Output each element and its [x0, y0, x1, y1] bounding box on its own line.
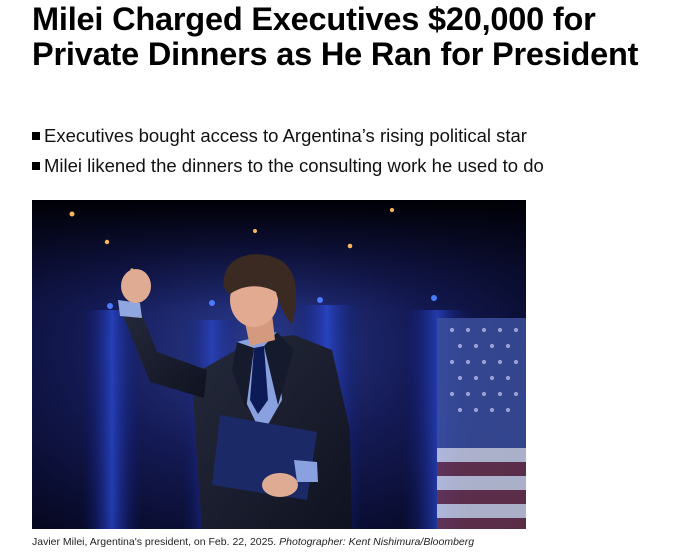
summary-bullet-text: Executives bought access to Argentina’s …: [44, 125, 527, 146]
bullet-square-icon: [32, 162, 40, 170]
photo-caption: Javier Milei, Argentina's president, on …: [32, 536, 474, 548]
caption-text: Javier Milei, Argentina's president, on …: [32, 536, 277, 548]
photo-image: [32, 200, 526, 529]
summary-bullet-text: Milei likened the dinners to the consult…: [44, 155, 544, 176]
photo-credit: Photographer: Kent Nishimura/Bloomberg: [279, 536, 475, 548]
summary-bullet: Executives bought access to Argentina’s …: [32, 121, 544, 151]
article-summary-bullets: Executives bought access to Argentina’s …: [32, 121, 544, 181]
summary-bullet: Milei likened the dinners to the consult…: [32, 151, 544, 181]
article-headline: Milei Charged Executives $20,000 for Pri…: [32, 1, 639, 72]
article-photo[interactable]: [32, 200, 526, 529]
bullet-square-icon: [32, 132, 40, 140]
